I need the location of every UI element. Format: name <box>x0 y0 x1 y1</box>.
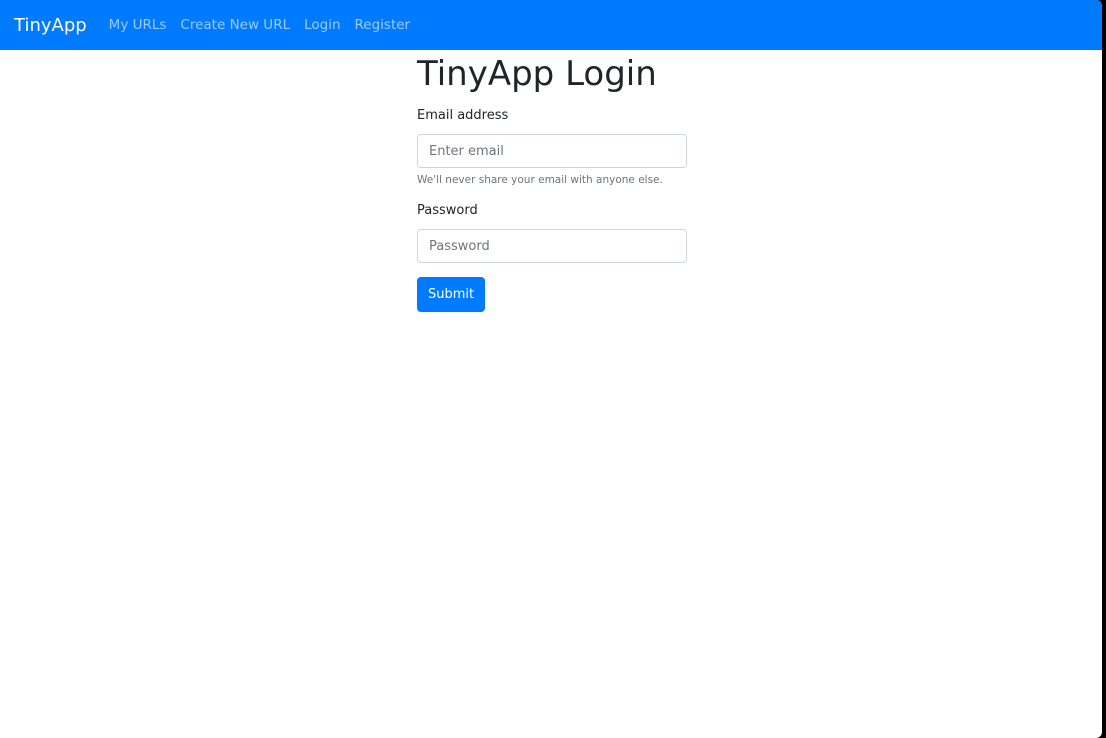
navbar-brand[interactable]: TinyApp <box>14 15 87 36</box>
navbar: TinyApp My URLs Create New URL Login Reg… <box>0 0 1102 50</box>
password-input[interactable] <box>417 229 687 263</box>
nav-link-register[interactable]: Register <box>355 17 411 33</box>
page-title: TinyApp Login <box>417 54 657 94</box>
email-label: Email address <box>417 108 509 123</box>
nav-link-my-urls[interactable]: My URLs <box>109 17 167 33</box>
login-form: Email address We'll never share your ema… <box>417 107 687 312</box>
nav-link-login[interactable]: Login <box>304 17 340 33</box>
browser-viewport: TinyApp My URLs Create New URL Login Reg… <box>0 0 1102 738</box>
nav-link-create-new-url[interactable]: Create New URL <box>180 17 290 33</box>
email-input[interactable] <box>417 134 687 168</box>
submit-button[interactable]: Submit <box>417 277 486 312</box>
login-form-container: TinyApp Login Email address We'll never … <box>417 50 687 312</box>
password-label: Password <box>417 203 478 218</box>
email-help-text: We'll never share your email with anyone… <box>417 174 663 186</box>
